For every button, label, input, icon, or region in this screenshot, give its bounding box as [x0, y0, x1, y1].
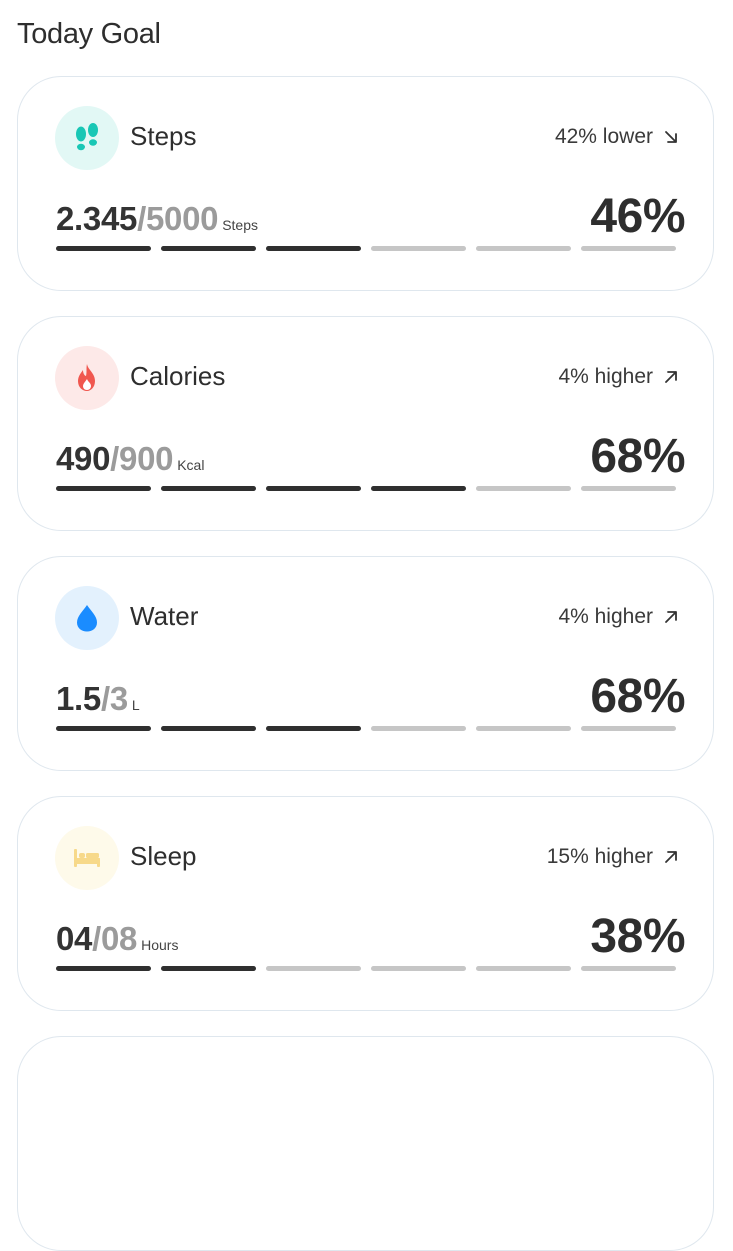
card-title: Calories [130, 361, 226, 391]
progress-segment-empty [581, 246, 676, 251]
progress-segment-empty [266, 966, 361, 971]
current-value: 04 [56, 920, 93, 957]
progress-segment-empty [476, 246, 571, 251]
card-sleep[interactable]: Sleep 15% higher 04/08 Hours 38% [17, 796, 714, 1011]
unit-label: L [131, 697, 140, 713]
progress-segment-filled [266, 486, 361, 491]
progress-segments [56, 726, 676, 731]
progress-segment-filled [266, 246, 361, 251]
flame-icon [78, 364, 95, 391]
progress-segment-empty [581, 726, 676, 731]
arrow-up-right-icon [665, 371, 677, 383]
goal-value: 900 [119, 440, 174, 477]
trend-indicator: 4% higher [558, 605, 679, 629]
current-value: 2.345 [56, 200, 138, 237]
progress-segment-empty [476, 726, 571, 731]
arrow-up-right-icon [665, 611, 677, 623]
progress-segment-empty [476, 966, 571, 971]
value-separator: / [110, 440, 120, 477]
goal-value: 5000 [145, 200, 219, 237]
page-title: Today Goal [17, 18, 161, 50]
card-calories[interactable]: Calories 4% higher 490/900 Kcal 68% [17, 316, 714, 531]
steps-icon-badge [55, 106, 119, 170]
goal-value: 3 [109, 680, 128, 717]
current-value: 1.5 [56, 680, 101, 717]
progress-segment-empty [581, 966, 676, 971]
calories-icon-badge [55, 346, 119, 410]
bed-icon [74, 849, 100, 867]
unit-label: Kcal [177, 457, 205, 473]
water-icon-badge [55, 586, 119, 650]
trend-indicator: 42% lower [555, 125, 679, 149]
progress-segment-empty [371, 966, 466, 971]
trend-text: 4% higher [558, 365, 653, 388]
progress-value: 04/08 Hours [56, 920, 178, 958]
progress-segment-empty [476, 486, 571, 491]
value-separator: / [92, 920, 101, 957]
progress-segment-filled [371, 486, 466, 491]
card-title: Water [130, 601, 199, 631]
current-value: 490 [56, 440, 111, 477]
unit-label: Hours [141, 937, 179, 953]
progress-segment-filled [161, 246, 256, 251]
progress-segment-filled [266, 726, 361, 731]
card-title: Steps [130, 121, 197, 151]
card-next-partial[interactable] [17, 1036, 714, 1251]
progress-segments [56, 966, 676, 971]
trend-text: 4% higher [558, 605, 653, 628]
progress-segment-filled [56, 966, 151, 971]
percent-value: 46% [590, 190, 685, 243]
arrow-down-right-icon [665, 131, 677, 143]
progress-segment-filled [161, 966, 256, 971]
progress-segment-filled [161, 726, 256, 731]
progress-segment-filled [56, 726, 151, 731]
progress-value: 490/900 Kcal [56, 440, 204, 478]
trend-text: 15% higher [546, 845, 653, 868]
progress-segment-empty [371, 726, 466, 731]
percent-value: 38% [590, 910, 685, 963]
progress-value: 1.5/3 L [56, 680, 140, 718]
unit-label: Steps [222, 217, 258, 233]
goal-value: 08 [100, 920, 138, 957]
progress-segments [56, 246, 676, 251]
card-water[interactable]: Water 4% higher 1.5/3 L 68% [17, 556, 714, 771]
value-separator: / [137, 200, 146, 237]
footprints-icon [76, 123, 98, 151]
progress-segment-empty [371, 246, 466, 251]
value-separator: / [100, 680, 110, 717]
progress-segments [56, 486, 676, 491]
trend-indicator: 15% higher [547, 845, 679, 869]
progress-segment-filled [56, 486, 151, 491]
arrow-up-right-icon [665, 851, 677, 863]
trend-text: 42% lower [554, 125, 653, 148]
percent-value: 68% [590, 670, 685, 723]
percent-value: 68% [590, 430, 685, 483]
progress-segment-filled [56, 246, 151, 251]
progress-value: 2.345/5000 Steps [56, 200, 258, 238]
card-steps[interactable]: Steps 42% lower 2.345/5000 Steps 46% [17, 76, 714, 291]
sleep-icon-badge [55, 826, 119, 890]
trend-indicator: 4% higher [558, 365, 679, 389]
card-title: Sleep [130, 841, 197, 871]
water-drop-icon [77, 605, 97, 632]
progress-segment-filled [161, 486, 256, 491]
progress-segment-empty [581, 486, 676, 491]
